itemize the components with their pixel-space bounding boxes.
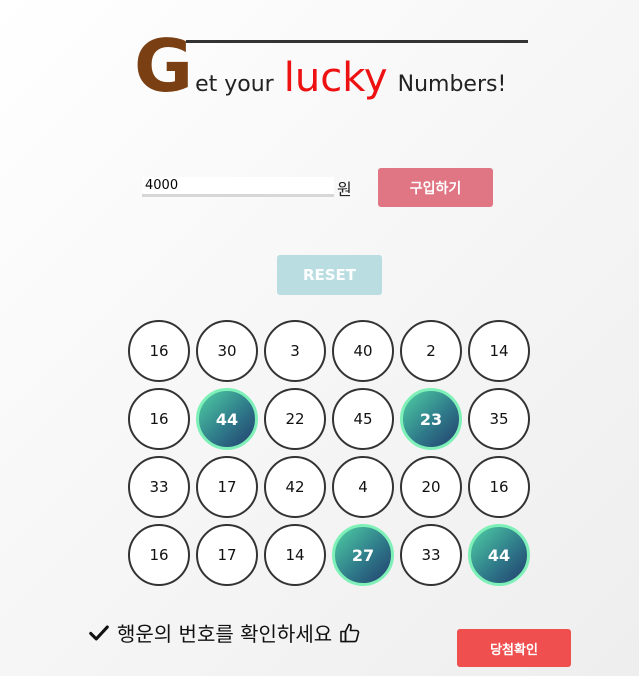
- footer-message-text: 행운의 번호를 확인하세요: [117, 622, 333, 646]
- number-ball: 16: [128, 320, 190, 382]
- footer-message: 행운의 번호를 확인하세요: [88, 618, 362, 647]
- thumbs-up-icon: [340, 623, 360, 642]
- number-ball: 33: [400, 524, 462, 586]
- title-text-1: et your: [195, 72, 274, 97]
- page-title: G et your lucky Numbers!: [134, 30, 506, 102]
- number-ball: 14: [468, 320, 530, 382]
- currency-label: 원: [337, 180, 352, 199]
- number-ball: 16: [128, 524, 190, 586]
- winning-number-ball: 23: [400, 388, 462, 450]
- title-lucky: lucky: [283, 55, 388, 101]
- number-ball: 14: [264, 524, 326, 586]
- number-ball: 2: [400, 320, 462, 382]
- number-ball: 16: [468, 456, 530, 518]
- number-ball: 22: [264, 388, 326, 450]
- number-ball: 30: [196, 320, 258, 382]
- number-ball: 42: [264, 456, 326, 518]
- title-text-2: Numbers!: [397, 72, 507, 97]
- number-ball: 3: [264, 320, 326, 382]
- buy-button[interactable]: 구입하기: [378, 168, 493, 207]
- number-ball: 17: [196, 456, 258, 518]
- reset-button[interactable]: RESET: [277, 255, 382, 295]
- number-ball: 20: [400, 456, 462, 518]
- winning-number-ball: 27: [332, 524, 394, 586]
- number-ball: 33: [128, 456, 190, 518]
- number-ball: 16: [128, 388, 190, 450]
- winning-number-ball: 44: [196, 388, 258, 450]
- number-ball: 45: [332, 388, 394, 450]
- check-icon: [89, 624, 109, 641]
- amount-input[interactable]: [142, 177, 334, 197]
- lotto-number-grid: 16 30 3 40 2 14 16 44 22 45 23 35 33 17 42 4 20 16 16 17 14 2…: [128, 320, 530, 586]
- number-ball: 40: [332, 320, 394, 382]
- number-ball: 4: [332, 456, 394, 518]
- winning-number-ball: 44: [468, 524, 530, 586]
- check-winning-button[interactable]: 당첨확인: [457, 629, 571, 667]
- number-ball: 35: [468, 388, 530, 450]
- title-initial: G: [134, 24, 194, 108]
- number-ball: 17: [196, 524, 258, 586]
